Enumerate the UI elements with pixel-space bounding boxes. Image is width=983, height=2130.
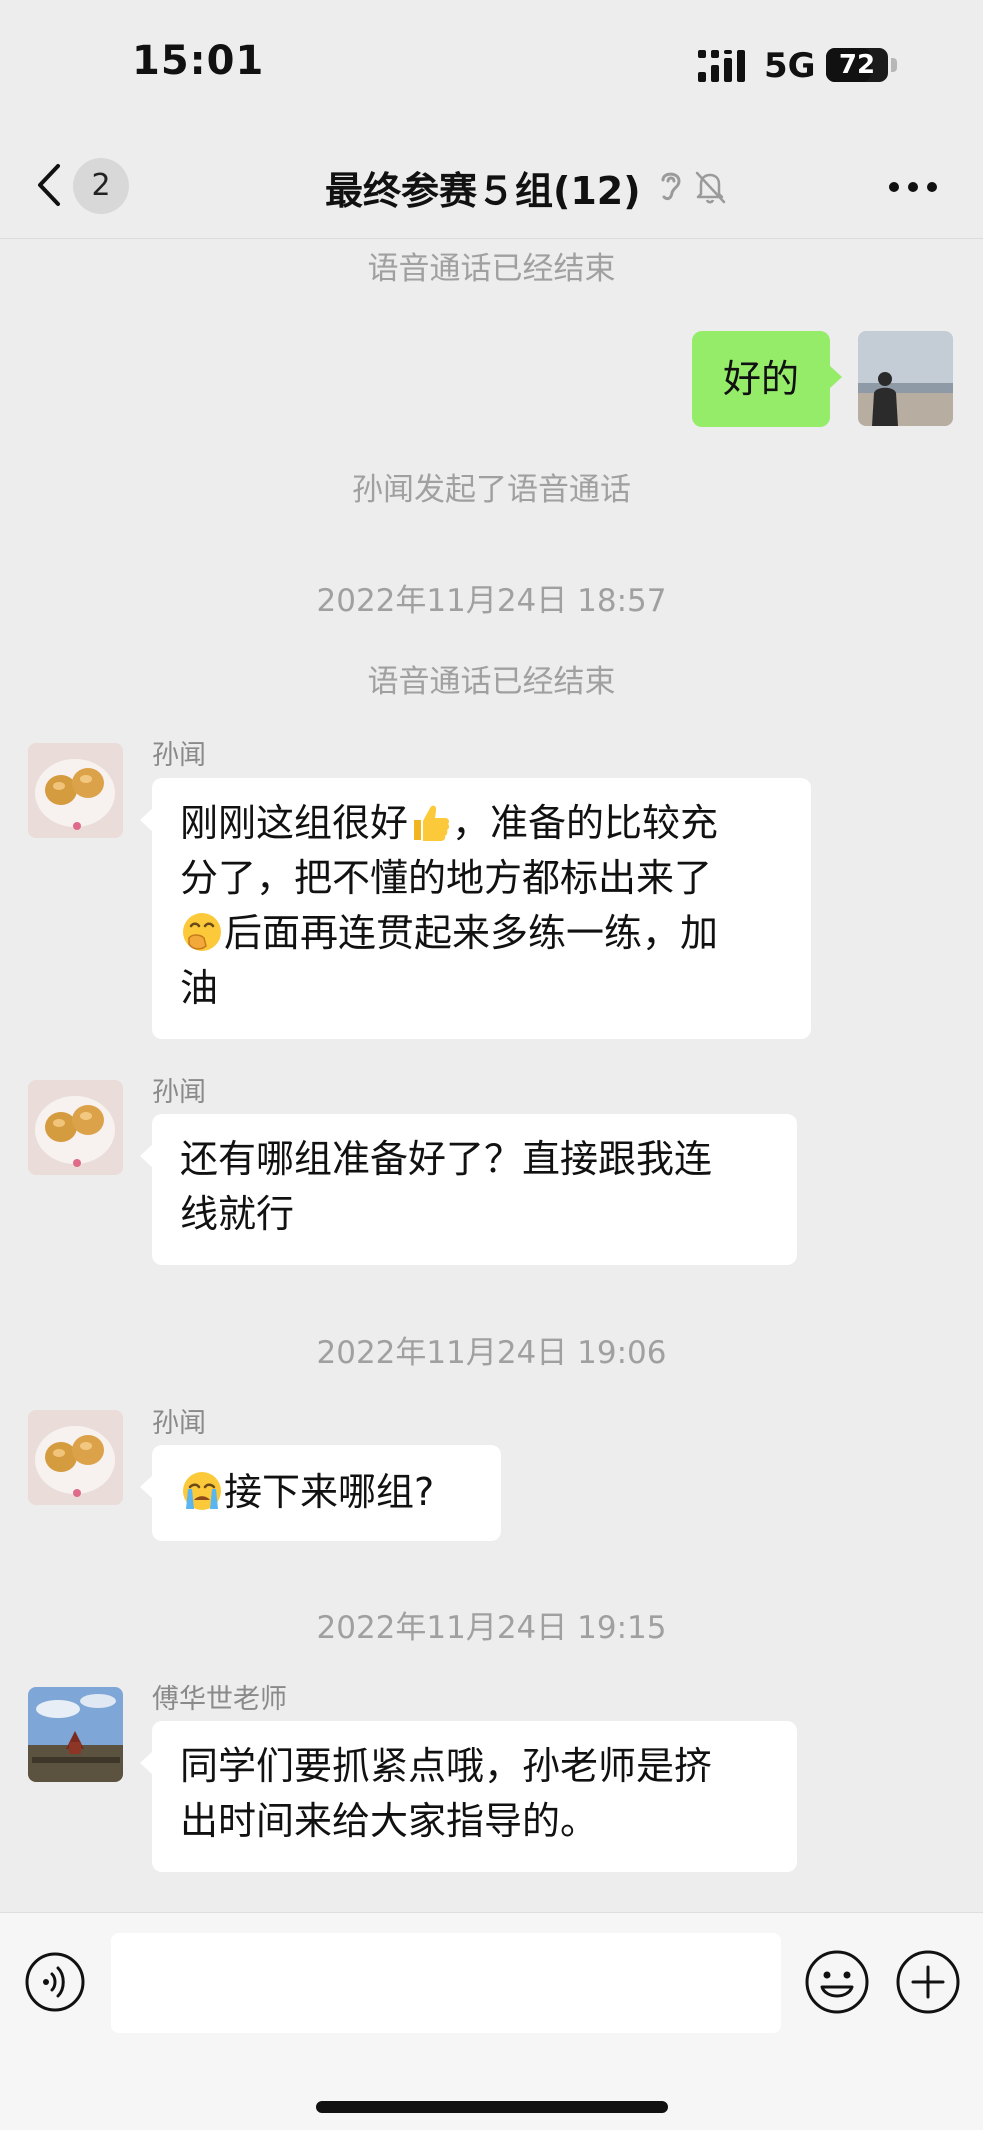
avatar-landscape-image: [28, 1687, 123, 1782]
sender-name: 孙闻: [152, 1408, 206, 1439]
message-text: ，准备的比较充: [452, 801, 719, 845]
face-with-hand-over-mouth-emoji: [183, 913, 221, 951]
my-message-text: 好的: [722, 357, 799, 401]
system-message-call-ended: 语音通话已经结束: [367, 664, 616, 700]
input-bar: [0, 1912, 983, 2130]
message-bubble[interactable]: 同学们要抓紧点哦，孙老师是挤 出时间来给大家指导的。: [140, 1721, 797, 1872]
sender-avatar[interactable]: [28, 1687, 123, 1782]
sender-avatar[interactable]: [28, 1080, 123, 1175]
signal-icon: [698, 50, 745, 82]
smiley-icon[interactable]: [804, 1949, 870, 2015]
my-avatar-image: [858, 331, 953, 426]
message-bubble[interactable]: 接下来哪组?: [140, 1445, 501, 1541]
message-text: 后面再连贯起来多练一练，加: [224, 911, 719, 955]
chat-screen: 15:01 5G 72 2 最终参赛５组(12) 语音通话已经结束 好的 孙闻发…: [0, 0, 983, 2130]
system-message-call-started: 孙闻发起了语音通话: [352, 472, 631, 508]
battery-level: 72: [838, 50, 876, 80]
avatar-buns-image: [28, 743, 123, 838]
thumbs-up-emoji: [414, 805, 450, 841]
message-bubble[interactable]: 还有哪组准备好了？直接跟我连 线就行: [140, 1114, 797, 1265]
message-text: 接下来哪组?: [224, 1470, 435, 1514]
battery-nub: [891, 58, 897, 72]
message-bubble[interactable]: 刚刚这组很好 ，准备的比较充 分了，把不懂的地方都标出来了 后面再连贯起来多练一…: [140, 778, 811, 1039]
bell-slash-icon: [695, 171, 726, 204]
sender-avatar[interactable]: [28, 1410, 123, 1505]
ear-icon: [661, 172, 681, 201]
message-text: 线就行: [180, 1192, 295, 1236]
sender-name: 孙闻: [152, 1077, 206, 1108]
more-icon[interactable]: [888, 180, 938, 194]
voice-icon[interactable]: [24, 1951, 86, 2013]
status-bar: 15:01 5G 72: [0, 0, 983, 130]
battery-icon: 72: [826, 48, 888, 82]
my-message-bubble[interactable]: 好的: [692, 331, 842, 427]
avatar-buns-image: [28, 1410, 123, 1505]
sender-name: 孙闻: [152, 740, 206, 771]
crying-face-emoji: [183, 1472, 221, 1510]
network-type: 5G: [764, 46, 816, 86]
avatar-buns-image: [28, 1080, 123, 1175]
message-text: 还有哪组准备好了？直接跟我连: [180, 1137, 713, 1181]
timestamp: 2022年11月24日 18:57: [316, 583, 667, 619]
chat-title[interactable]: 最终参赛５组(12): [325, 160, 641, 215]
message-text: 分了，把不懂的地方都标出来了: [180, 856, 713, 900]
timestamp: 2022年11月24日 19:06: [316, 1335, 667, 1371]
unread-badge[interactable]: 2: [73, 158, 129, 214]
chevron-left-icon[interactable]: [30, 160, 70, 210]
message-text: 油: [180, 966, 219, 1010]
message-text: 同学们要抓紧点哦，孙老师是挤: [180, 1744, 713, 1788]
home-indicator[interactable]: [316, 2101, 668, 2113]
message-text: 出时间来给大家指导的。: [180, 1799, 599, 1843]
message-text: 刚刚这组很好: [180, 801, 409, 845]
timestamp: 2022年11月24日 19:15: [316, 1610, 667, 1646]
plus-icon[interactable]: [895, 1949, 961, 2015]
sender-avatar[interactable]: [28, 743, 123, 838]
my-avatar[interactable]: [858, 331, 953, 426]
nav-bar: 2 最终参赛５组(12): [0, 130, 983, 239]
sender-name: 傅华世老师: [152, 1684, 287, 1715]
system-message-call-ended: 语音通话已经结束: [367, 251, 616, 287]
message-input[interactable]: [111, 1933, 781, 2033]
status-time: 15:01: [132, 38, 265, 84]
